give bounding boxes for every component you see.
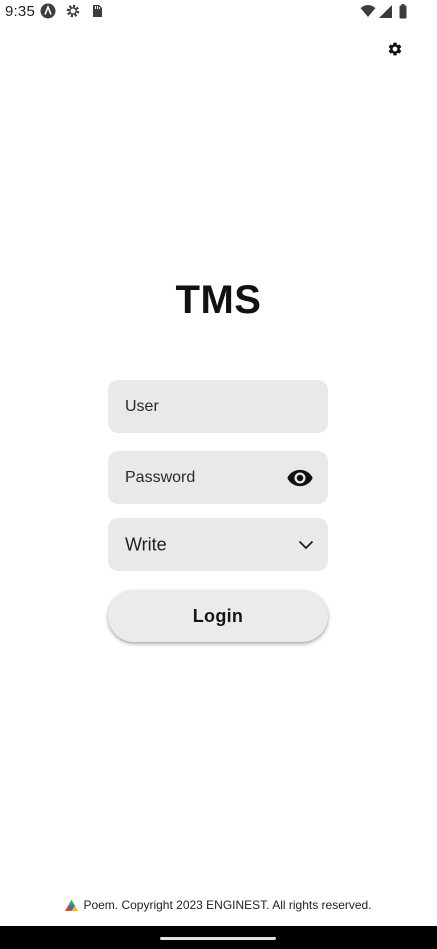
login-button-label: Login <box>192 605 244 626</box>
user-input[interactable]: User <box>108 380 328 433</box>
login-button[interactable]: Login <box>108 590 328 642</box>
gear-icon <box>65 3 81 19</box>
password-input-placeholder: Password <box>125 468 196 486</box>
poem-logo-icon <box>65 899 79 911</box>
footer: Poem. Copyright 2023 ENGINEST. All right… <box>0 898 437 912</box>
cell-signal-icon <box>378 3 394 19</box>
home-indicator[interactable] <box>160 937 276 940</box>
settings-button[interactable] <box>384 38 406 60</box>
battery-icon <box>398 3 408 19</box>
password-input[interactable]: Password <box>108 451 328 504</box>
mode-select[interactable]: Write <box>108 518 328 571</box>
user-input-placeholder: User <box>125 397 159 415</box>
sd-card-icon <box>89 3 105 19</box>
status-bar: 9:35 <box>0 0 437 24</box>
wifi-icon <box>360 3 376 19</box>
navigation-bar <box>0 926 437 949</box>
eye-icon <box>287 469 313 486</box>
chevron-down-icon <box>298 540 314 550</box>
app-title: TMS <box>175 278 262 322</box>
login-screen: 9:35 TMS User Password Write Login Poem.… <box>0 0 437 949</box>
status-time: 9:35 <box>5 3 35 20</box>
gear-icon <box>388 42 402 56</box>
password-visibility-toggle[interactable] <box>287 469 313 487</box>
android-studio-icon <box>40 3 56 19</box>
footer-copyright: Poem. Copyright 2023 ENGINEST. All right… <box>83 898 372 912</box>
mode-select-value: Write <box>125 534 167 554</box>
